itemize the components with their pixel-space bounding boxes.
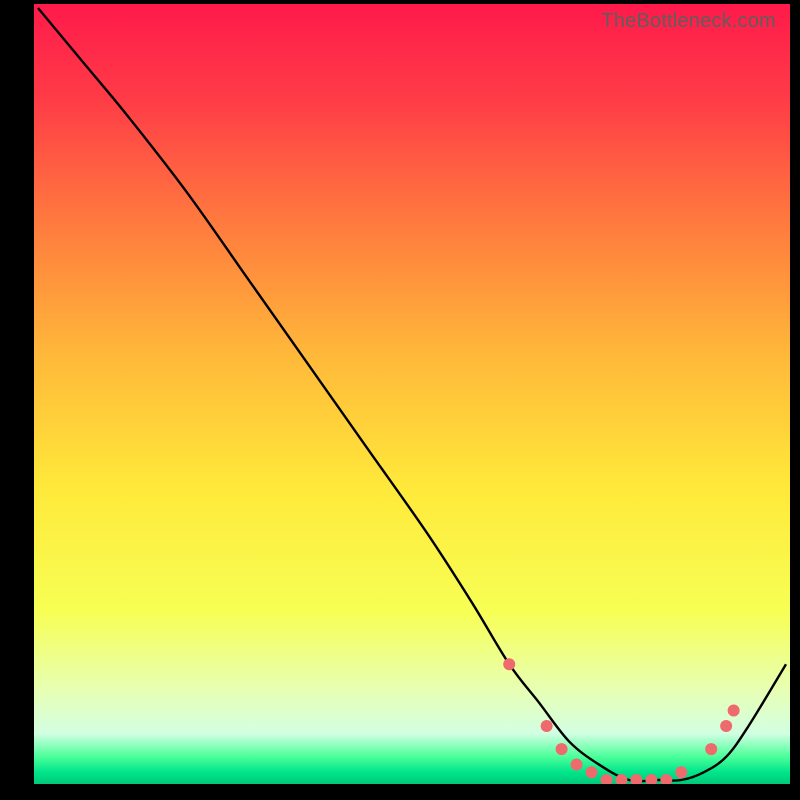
marker-dot — [503, 658, 515, 670]
marker-dot — [556, 743, 568, 755]
marker-dot — [728, 705, 740, 717]
marker-dot — [705, 743, 717, 755]
chart-frame: TheBottleneck.com — [34, 4, 790, 784]
bottleneck-plot — [34, 4, 790, 784]
marker-dot — [720, 720, 732, 732]
watermark-text: TheBottleneck.com — [601, 10, 776, 33]
marker-dot — [586, 766, 598, 778]
marker-dot — [675, 766, 687, 778]
marker-dot — [541, 720, 553, 732]
gradient-background — [34, 4, 790, 784]
marker-dot — [571, 759, 583, 771]
